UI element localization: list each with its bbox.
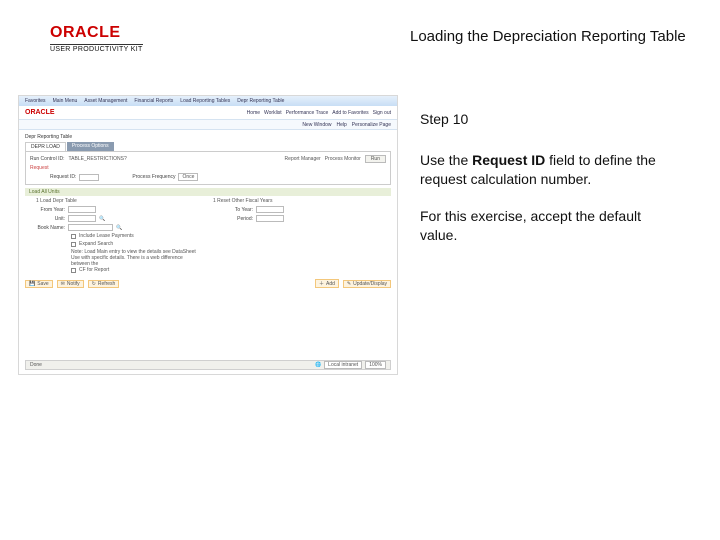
instruction-para-1: Use the Request ID field to define the r… (420, 151, 670, 189)
ss-note-2: Use with specific details. There is a we… (71, 255, 203, 267)
ss-refresh-button[interactable]: ↻Refresh (88, 280, 120, 288)
ss-tab-deprload[interactable]: DEPR LOAD (25, 142, 66, 151)
ss-tabs: DEPR LOAD Process Options (19, 142, 397, 151)
ss-add-button[interactable]: ＋Add (315, 279, 339, 288)
ss-update-button[interactable]: ✎Update/Display (343, 280, 391, 288)
save-icon: 💾 (29, 281, 35, 287)
ss-book-input[interactable] (68, 224, 113, 231)
ss-unit-input[interactable] (68, 215, 96, 222)
ss-request-label: Request (30, 165, 49, 171)
ss-link-fav[interactable]: Add to Favorites (332, 110, 368, 116)
oracle-upk-logo: ORACLE USER PRODUCTIVITY KIT (50, 24, 143, 53)
ss-form-columns: 1 Load Depr Table From Year: Unit: 🔍 Book… (25, 198, 391, 275)
ss-logo-row: ORACLE Home Worklist Performance Trace A… (19, 106, 397, 120)
ss-link-reportmgr[interactable]: Report Manager (285, 156, 321, 162)
ss-load-depr-label: 1 Load Depr Table (36, 198, 77, 204)
ss-status-bar: Done 🌐 Local intranet 100% (25, 360, 391, 370)
ss-cb-expand-label: Expand Search (79, 241, 113, 247)
add-icon: ＋ (319, 280, 324, 287)
ss-from-year-input[interactable] (68, 206, 96, 213)
ss-cb-expand[interactable] (71, 242, 76, 247)
ss-link-home[interactable]: Home (247, 110, 260, 116)
ss-status-done: Done (30, 362, 42, 368)
ss-period-label: Period: (213, 216, 253, 222)
ss-link-signout[interactable]: Sign out (373, 110, 391, 116)
update-icon: ✎ (347, 281, 351, 287)
ss-zone-select[interactable]: Local intranet (324, 361, 362, 369)
refresh-icon: ↻ (92, 281, 96, 287)
ss-to-year-input[interactable] (256, 206, 284, 213)
instruction-panel: Step 10 Use the Request ID field to defi… (420, 110, 670, 262)
ss-under-logo-bar: New Window Help Personalize Page (19, 120, 397, 130)
app-screenshot: Favorites Main Menu Asset Management Fin… (18, 95, 398, 375)
ss-to-year-label: To Year: (213, 207, 253, 213)
ss-menu-item[interactable]: Depr Reporting Table (237, 98, 284, 104)
ss-process-freq-label: Process Frequency (132, 174, 175, 180)
page-title: Loading the Depreciation Reporting Table (410, 28, 686, 45)
ss-menu-item[interactable]: Main Menu (53, 98, 78, 104)
lookup-icon[interactable]: 🔍 (99, 216, 105, 222)
step-label: Step 10 (420, 110, 670, 129)
ss-green-header: Load All Units (25, 188, 391, 196)
ss-request-id-input[interactable] (79, 174, 99, 181)
ss-period-input[interactable] (256, 215, 284, 222)
ss-cb-lease[interactable] (71, 234, 76, 239)
ss-menu-item[interactable]: Financial Reports (134, 98, 173, 104)
ss-link-procmon[interactable]: Process Monitor (325, 156, 361, 162)
ss-reset-other-label: 1 Reset Other Fiscal Years (213, 198, 272, 204)
ss-book-label: Book Name: (25, 225, 65, 231)
ss-run-panel: Run Control ID: TABLE_RESTRICTIONS? Repo… (25, 151, 391, 185)
ss-link-newwin[interactable]: New Window (302, 122, 331, 128)
ss-process-freq-select[interactable]: Once (178, 173, 198, 181)
ss-from-year-label: From Year: (25, 207, 65, 213)
ss-menu-item[interactable]: Asset Management (84, 98, 127, 104)
ss-cb-cf[interactable] (71, 268, 76, 273)
oracle-wordmark: ORACLE (50, 24, 143, 42)
ss-run-id-label: Run Control ID: (30, 156, 64, 162)
ss-tab-procopt[interactable]: Process Options (67, 142, 114, 151)
ss-menu-item[interactable]: Load Reporting Tables (180, 98, 230, 104)
ss-request-id-label: Request ID: (50, 174, 76, 180)
upk-subline: USER PRODUCTIVITY KIT (50, 44, 143, 53)
ss-link-worklist[interactable]: Worklist (264, 110, 282, 116)
ss-unit-label: Unit: (25, 216, 65, 222)
instruction-para-2: For this exercise, accept the default va… (420, 207, 670, 245)
lookup-icon[interactable]: 🔍 (116, 225, 122, 231)
ss-link-trace[interactable]: Performance Trace (286, 110, 329, 116)
ss-breadcrumb: Favorites Main Menu Asset Management Fin… (25, 98, 284, 104)
ss-oracle-logo: ORACLE (25, 109, 55, 116)
ss-zoom-select[interactable]: 100% (365, 361, 386, 369)
notify-icon: ✉ (61, 281, 65, 287)
ss-link-help[interactable]: Help (337, 122, 347, 128)
ss-section-title: Depr Reporting Table (19, 130, 397, 142)
ss-run-button[interactable]: Run (365, 155, 386, 163)
ss-notify-button[interactable]: ✉Notify (57, 280, 84, 288)
ss-run-id-value: TABLE_RESTRICTIONS? (68, 156, 126, 162)
ss-save-button[interactable]: 💾Save (25, 280, 53, 288)
ss-top-menu-bar: Favorites Main Menu Asset Management Fin… (19, 96, 397, 106)
ss-link-personalize[interactable]: Personalize Page (352, 122, 391, 128)
ss-menu-item[interactable]: Favorites (25, 98, 46, 104)
field-name-bold: Request ID (472, 152, 545, 168)
ss-bottom-toolbar: 💾Save ✉Notify ↻Refresh ＋Add ✎Update/Disp… (25, 279, 391, 288)
ss-cb-cf-label: CF for Report (79, 267, 109, 273)
ss-cb-lease-label: Include Lease Payments (79, 233, 134, 239)
globe-icon: 🌐 (315, 362, 321, 368)
